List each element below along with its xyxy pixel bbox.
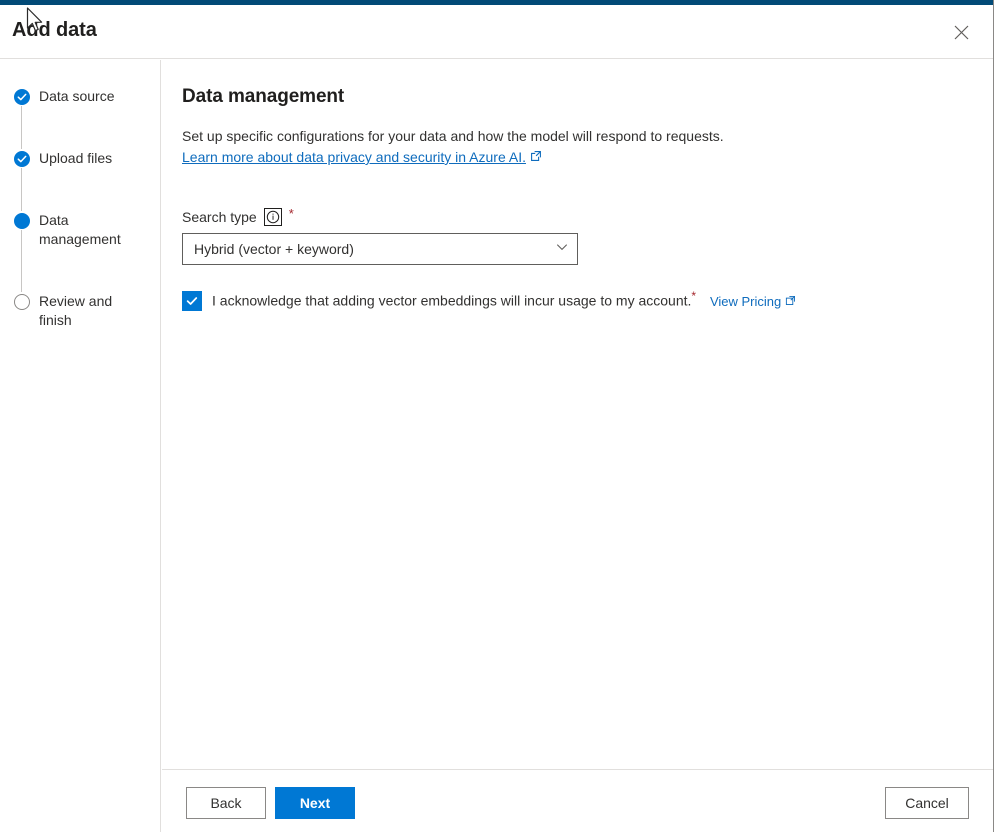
- close-icon: [954, 25, 969, 40]
- footer-primary-actions: Back Next: [186, 787, 355, 819]
- search-type-selected-value: Hybrid (vector + keyword): [194, 241, 354, 257]
- step-marker: [14, 292, 30, 310]
- sidebar-step-review-and-finish[interactable]: Review and finish: [0, 292, 160, 340]
- description-text: Set up specific configurations for your …: [182, 128, 724, 144]
- step-marker: [14, 211, 30, 229]
- main-content: Data management Set up specific configur…: [162, 60, 993, 769]
- step-connector: [21, 168, 22, 211]
- close-button[interactable]: [941, 13, 981, 51]
- chevron-down-icon: [555, 240, 569, 259]
- search-type-label: Search type: [182, 209, 257, 225]
- step-marker: [14, 149, 30, 167]
- back-button[interactable]: Back: [186, 787, 266, 819]
- step-connector: [21, 230, 22, 292]
- learn-more-link[interactable]: Learn more about data privacy and securi…: [182, 147, 542, 168]
- external-link-icon: [530, 147, 542, 168]
- acknowledgement-row: I acknowledge that adding vector embeddi…: [182, 290, 973, 312]
- sidebar-step-data-source[interactable]: Data source: [0, 87, 160, 149]
- empty-circle-icon: [14, 294, 30, 310]
- search-type-field: Search type * Hybrid (vector + keyword): [182, 206, 973, 312]
- sidebar-step-label: Data source: [39, 88, 115, 104]
- filled-circle-icon: [14, 213, 30, 229]
- next-button[interactable]: Next: [275, 787, 355, 819]
- wizard-steps-rail: Data source Upload files Data management: [0, 60, 161, 832]
- acknowledgement-required-marker: *: [691, 289, 697, 303]
- window-right-edge: [993, 0, 998, 832]
- section-title: Data management: [182, 86, 345, 107]
- sidebar-step-upload-files[interactable]: Upload files: [0, 149, 160, 211]
- acknowledgement-text: I acknowledge that adding vector embeddi…: [212, 292, 692, 309]
- acknowledgement-label: I acknowledge that adding vector embeddi…: [212, 290, 796, 312]
- learn-more-label: Learn more about data privacy and securi…: [182, 149, 526, 165]
- view-pricing-link[interactable]: View Pricing: [710, 292, 796, 312]
- external-link-icon: [785, 292, 796, 312]
- step-marker: [14, 87, 30, 105]
- sidebar-step-label: Review and finish: [39, 293, 113, 328]
- sidebar-step-label: Data management: [39, 212, 121, 247]
- view-pricing-label: View Pricing: [709, 293, 782, 309]
- info-icon[interactable]: [263, 208, 282, 226]
- step-connector: [21, 106, 22, 149]
- panel-header: Add data: [0, 5, 993, 59]
- section-description: Set up specific configurations for your …: [182, 126, 902, 168]
- wizard-steps-list: Data source Upload files Data management: [0, 87, 160, 340]
- required-marker: *: [288, 206, 294, 221]
- footer-bar: Back Next Cancel: [162, 769, 993, 832]
- search-type-label-row: Search type *: [182, 206, 973, 228]
- acknowledgement-checkbox[interactable]: [182, 290, 202, 311]
- footer-secondary-actions: Cancel: [885, 787, 969, 819]
- page-title: Add data: [12, 19, 97, 41]
- check-circle-icon: [14, 89, 30, 105]
- cancel-button[interactable]: Cancel: [885, 787, 969, 819]
- check-circle-icon: [14, 151, 30, 167]
- search-type-dropdown[interactable]: Hybrid (vector + keyword): [182, 233, 578, 265]
- sidebar-step-label: Upload files: [39, 150, 113, 166]
- sidebar-step-data-management[interactable]: Data management: [0, 211, 160, 292]
